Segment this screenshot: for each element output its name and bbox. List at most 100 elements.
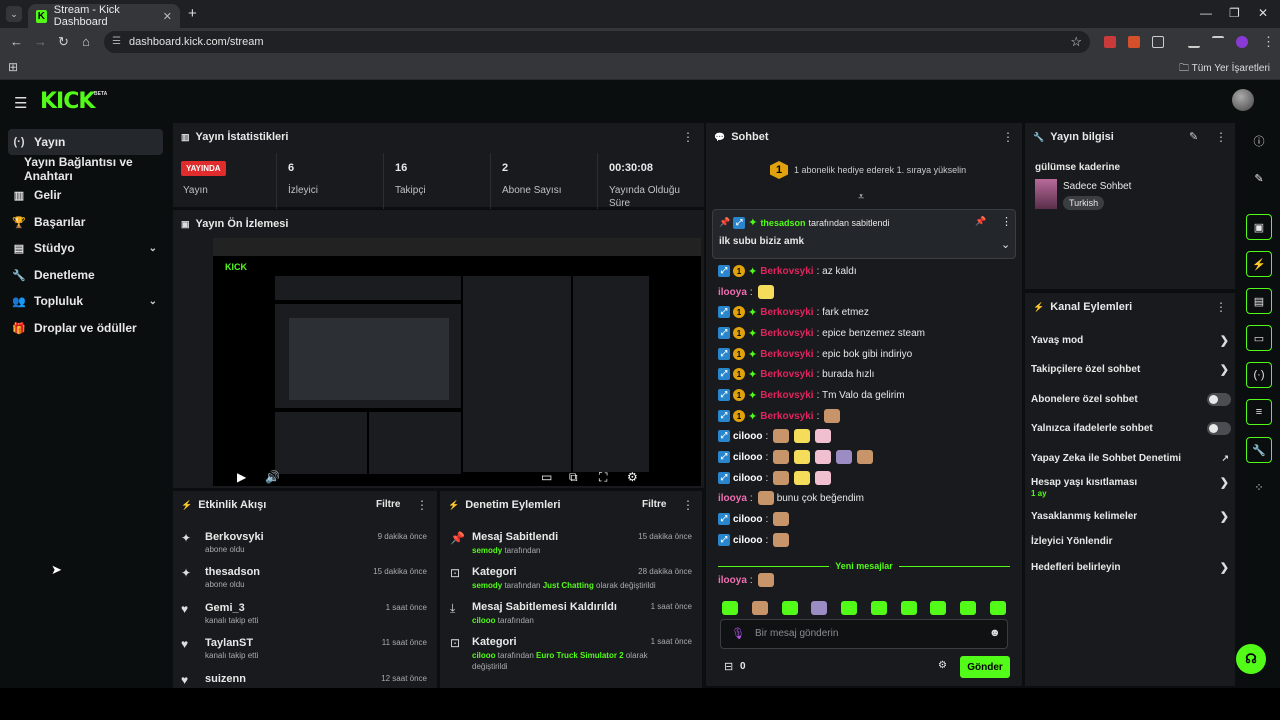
chat-username[interactable]: cilooo: [733, 514, 762, 525]
clip-icon[interactable]: ▭: [541, 470, 552, 484]
chat-message[interactable]: ⤢ 1 ✦ Berkovsyki: fark etmez: [718, 303, 869, 321]
chat-username[interactable]: Berkovsyki: [760, 390, 813, 401]
modlog-item[interactable]: ⊡ Kategori cilooo tarafından Euro Truck Si…: [440, 630, 702, 676]
help-support-icon[interactable]: ☊: [1236, 644, 1266, 674]
play-icon[interactable]: ▶: [237, 470, 246, 484]
chat-message[interactable]: ⤢ 1 ✦ Berkovsyki: az kaldı: [718, 262, 857, 280]
extension-orange-icon[interactable]: [1128, 36, 1140, 48]
emote-icon[interactable]: [722, 601, 738, 615]
chat-username[interactable]: Berkovsyki: [760, 411, 813, 422]
sidebar-item-topluluk[interactable]: 👥 Topluluk ⌄: [8, 288, 163, 314]
chat-username[interactable]: Berkovsyki: [760, 328, 813, 339]
chat-username[interactable]: cilooo: [733, 535, 762, 546]
new-tab-icon[interactable]: +: [188, 5, 197, 22]
reload-icon[interactable]: ↻: [58, 34, 69, 50]
action-subscribers-only[interactable]: Abonelere özel sohbet: [1031, 388, 1233, 410]
chat-message[interactable]: ⤢ cilooo:: [718, 510, 790, 528]
chat-input[interactable]: 🎙 Bir mesaj gönderin ☻: [720, 619, 1008, 649]
lightning-icon[interactable]: ⚡: [1246, 251, 1272, 277]
chat-message[interactable]: ⤢ cilooo:: [718, 448, 874, 466]
emote-icon[interactable]: [930, 601, 947, 615]
chat-icon[interactable]: ▭: [1246, 325, 1272, 351]
emote-icon[interactable]: [989, 601, 1006, 615]
sidebar-item-yayin[interactable]: (·) Yayın: [8, 129, 163, 155]
activity-item[interactable]: ♥ suizenn 12 saat önce: [173, 667, 437, 688]
extensions-puzzle-icon[interactable]: [1152, 36, 1164, 48]
chat-username[interactable]: cilooo: [733, 452, 762, 463]
info-circle-icon[interactable]: ⓘ: [1246, 128, 1272, 154]
chat-message[interactable]: ⤢ cilooo:: [718, 427, 832, 445]
window-close-icon[interactable]: ✕: [1258, 6, 1268, 20]
action-account-age[interactable]: Hesap yaşı kısıtlaması 1 ay ❯: [1031, 471, 1233, 499]
edit-icon[interactable]: ✎: [1246, 165, 1272, 191]
chat-message[interactable]: ⤢ 1 ✦ Berkovsyki: burada hızlı: [718, 365, 874, 383]
modlog-item[interactable]: ⊡ Kategori semody tarafından Just Chatting…: [440, 560, 702, 594]
emote-icon[interactable]: [960, 601, 977, 615]
stack-icon[interactable]: ≡: [1246, 399, 1272, 425]
action-ai-moderation[interactable]: Yapay Zeka ile Sohbet Denetimi ↗: [1031, 447, 1233, 469]
chat-username[interactable]: Berkovsyki: [760, 266, 813, 277]
sidebar-item-stream-key[interactable]: Yayın Bağlantısı ve Anahtarı: [8, 155, 163, 183]
emote-icon[interactable]: [841, 601, 858, 615]
emotes-only-toggle[interactable]: [1207, 421, 1231, 435]
chat-username[interactable]: Berkovsyki: [760, 369, 813, 380]
add-widget-icon[interactable]: ⁘: [1246, 474, 1272, 500]
sidebar-item-denetleme[interactable]: 🔧 Denetleme: [8, 262, 163, 288]
user-avatar[interactable]: [1232, 89, 1254, 111]
chat-username[interactable]: cilooo: [733, 431, 762, 442]
emoji-icon[interactable]: ☻: [989, 627, 1001, 639]
chat-message[interactable]: ⤢ 1 ✦ Berkovsyki: Tm Valo da gelirim: [718, 386, 905, 404]
kick-logo[interactable]: KICK: [40, 89, 95, 114]
action-banned-words[interactable]: Yasaklanmış kelimeler ❯: [1031, 505, 1233, 527]
chat-username[interactable]: cilooo: [733, 473, 762, 484]
channel-points-icon[interactable]: ⊟: [724, 660, 733, 673]
chat-username[interactable]: ilooya: [718, 493, 747, 504]
expand-chevron-icon[interactable]: ⌄: [1001, 238, 1010, 251]
emote-icon[interactable]: [870, 601, 887, 615]
modlog-menu-icon[interactable]: ⋮: [682, 498, 694, 512]
fullscreen-icon[interactable]: ⛶: [599, 470, 607, 485]
sidebar-item-droplar[interactable]: 🎁 Droplar ve ödüller: [8, 315, 163, 341]
action-emotes-only[interactable]: Yalnızca ifadelerle sohbet: [1031, 417, 1233, 439]
modlog-item[interactable]: ⤓ Mesaj Sabitlemesi Kaldırıldı cilooo tara…: [440, 595, 702, 629]
activity-item[interactable]: ♥ TaylanST kanalı takip etti 11 saat önce: [173, 631, 437, 667]
volume-icon[interactable]: 🔊: [265, 470, 280, 484]
sidebar-item-basarilar[interactable]: 🏆 Başarılar: [8, 209, 163, 235]
activity-item[interactable]: ✦ Berkovsyki abone oldu 9 dakika önce: [173, 525, 437, 561]
gift-leaderboard-banner[interactable]: 1 1 abonelik hediye ederek 1. sıraya yük…: [770, 161, 966, 179]
emote-icon[interactable]: [751, 601, 768, 615]
browser-tab[interactable]: K Stream - Kick Dashboard ✕: [28, 4, 180, 28]
chat-message[interactable]: ⤢ cilooo:: [718, 531, 790, 549]
chat-message[interactable]: ⤢ 1 ✦ Berkovsyki: epic bok gibi indiriyo: [718, 345, 912, 363]
chat-message[interactable]: ilooya:: [718, 283, 774, 301]
browser-menu-icon[interactable]: ⋮: [1262, 34, 1275, 50]
emote-icon[interactable]: [900, 601, 917, 615]
settings-gear-icon[interactable]: ⚙: [627, 470, 638, 484]
activity-menu-icon[interactable]: ⋮: [416, 498, 428, 512]
activity-item[interactable]: ✦ thesadson abone oldu 15 dakika önce: [173, 560, 437, 596]
activity-filter-button[interactable]: Filtre: [376, 499, 400, 510]
tab-search-icon[interactable]: ⌄: [6, 6, 22, 22]
preview-icon[interactable]: ▣: [1246, 214, 1272, 240]
downloads-icon[interactable]: [1188, 36, 1200, 48]
url-input[interactable]: ☰ dashboard.kick.com/stream ☆: [104, 31, 1090, 53]
actions-menu-icon[interactable]: ⋮: [1215, 300, 1227, 314]
action-slow-mode[interactable]: Yavaş mod ❯: [1031, 329, 1233, 351]
modlog-item[interactable]: 📌 Mesaj Sabitlendi semody tarafından 15 dak…: [440, 525, 702, 559]
chat-username[interactable]: Berkovsyki: [760, 349, 813, 360]
pip-icon[interactable]: ⧉: [569, 470, 578, 485]
collapse-arrow-icon[interactable]: ⩡: [858, 191, 864, 204]
chat-settings-icon[interactable]: ⚙: [938, 660, 947, 671]
chat-message[interactable]: ilooya: bunu çok beğendim: [718, 489, 864, 507]
unpin-icon[interactable]: 📌: [975, 216, 986, 227]
chat-message[interactable]: ⤢ 1 ✦ Berkovsyki: epice benzemez steam: [718, 324, 925, 342]
all-bookmarks-folder[interactable]: 🗀 Tüm Yer İşaretleri: [1179, 61, 1270, 78]
pinned-message[interactable]: 📌 ⤢ ✦ thesadson tarafından sabitlendi 📌 …: [712, 209, 1016, 259]
home-icon[interactable]: ⌂: [82, 34, 90, 49]
action-followers-only[interactable]: Takipçilere özel sohbet ❯: [1031, 358, 1233, 380]
subscribers-only-toggle[interactable]: [1207, 392, 1231, 406]
send-button[interactable]: Gönder: [960, 656, 1010, 678]
chat-message[interactable]: ⤢ 1 ✦ Berkovsyki:: [718, 407, 841, 425]
apps-grid-icon[interactable]: ⊞: [8, 60, 18, 74]
site-info-icon[interactable]: ☰: [112, 36, 121, 47]
